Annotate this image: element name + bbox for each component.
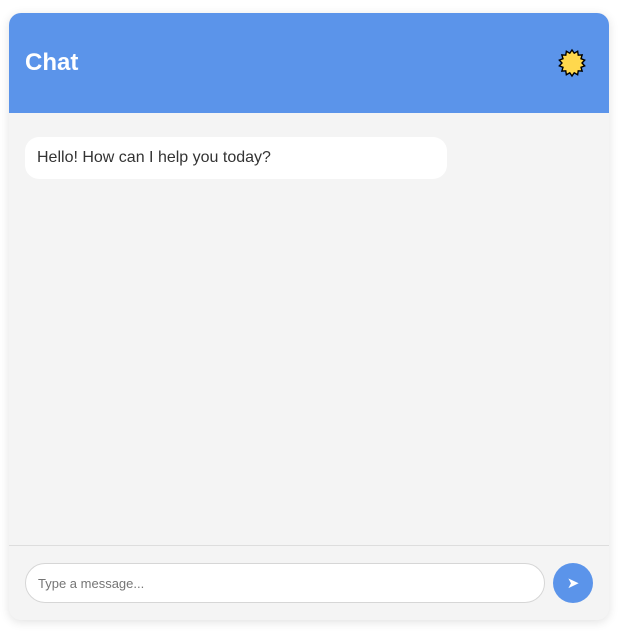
send-button[interactable]: ➤ (553, 563, 593, 603)
chat-title: Chat (25, 49, 79, 76)
theme-toggle-button[interactable] (557, 48, 587, 78)
composer: ➤ (9, 545, 609, 620)
message-input[interactable] (25, 563, 545, 603)
chat-window: Chat Hello! How can I help you today? ➤ (9, 13, 609, 620)
bot-message-bubble: Hello! How can I help you today? (25, 137, 447, 179)
sun-icon (558, 48, 586, 78)
chat-header: Chat (9, 13, 609, 113)
message-list: Hello! How can I help you today? (9, 113, 609, 545)
send-arrow-icon: ➤ (566, 574, 580, 592)
